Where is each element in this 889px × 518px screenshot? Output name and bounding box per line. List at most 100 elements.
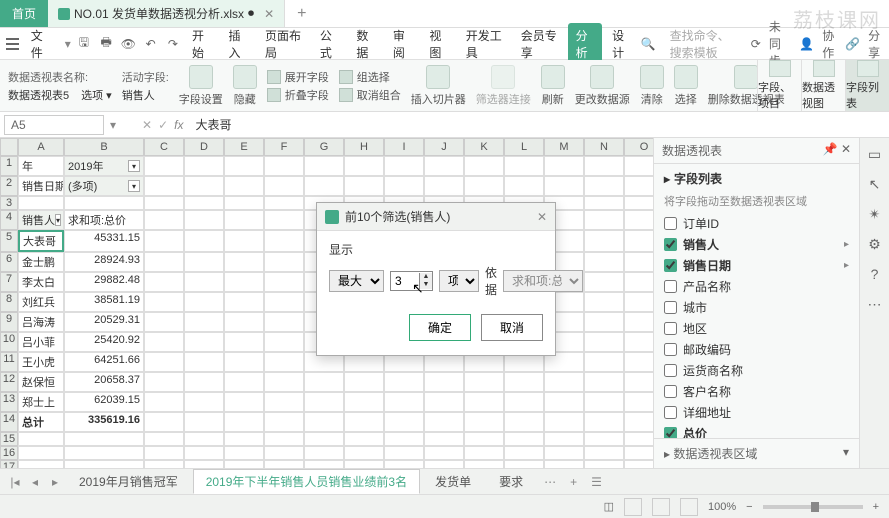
filter-icon[interactable]: ▾ [128,180,140,192]
field-item[interactable]: 城市 [664,297,849,318]
sheet-tab-2[interactable]: 2019年下半年销售人员销售业绩前3名 [193,469,420,494]
field-list[interactable]: 订单ID销售人▸销售日期▸产品名称城市地区邮政编码运货商名称客户名称详细地址总价… [654,213,859,438]
view-break-icon[interactable] [680,498,698,516]
row-header[interactable]: 1 [0,156,18,176]
spin-down-icon[interactable]: ▼ [420,281,432,289]
table-row-value[interactable]: 38581.19 [64,292,144,312]
sheet-next-icon[interactable]: ▸ [46,475,64,489]
col-header[interactable]: B [64,138,144,156]
table-row-name[interactable]: 刘红兵 [18,292,64,312]
row-header[interactable]: 5 [0,230,18,252]
col-header[interactable]: J [424,138,464,156]
view-page-icon[interactable] [652,498,670,516]
select-button[interactable]: 选择 [674,65,698,107]
avatar-icon[interactable]: 👤 [799,37,814,51]
col-header[interactable]: D [184,138,224,156]
save-icon[interactable]: 🖫 [75,34,93,54]
row-header[interactable]: 14 [0,412,18,432]
field-checkbox[interactable] [664,364,677,377]
row-header[interactable]: 12 [0,372,18,392]
row-header[interactable]: 13 [0,392,18,412]
col-header[interactable]: H [344,138,384,156]
clear-button[interactable]: 清除 [640,65,664,107]
sheet-first-icon[interactable]: |◂ [6,475,24,489]
formula-input[interactable]: 大表哥 [190,114,886,135]
col-header[interactable]: L [504,138,544,156]
field-checkbox[interactable] [664,301,677,314]
col-header[interactable]: F [264,138,304,156]
row-header[interactable]: 3 [0,196,18,210]
field-item[interactable]: 销售日期▸ [664,255,849,276]
dialog-close-icon[interactable]: ✕ [537,210,547,224]
filter-conn-button[interactable]: 筛选器连接 [476,65,531,107]
accept-formula-icon[interactable]: ✓ [158,118,168,132]
field-checkbox[interactable] [664,259,677,272]
panel-pin-icon[interactable]: 📌 [823,142,838,156]
vt-help-icon[interactable]: ? [865,264,885,284]
table-row-name[interactable]: 金士鹏 [18,252,64,272]
field-checkbox[interactable] [664,427,677,438]
ungroup-button[interactable]: 取消组合 [339,87,401,103]
row-header[interactable]: 11 [0,352,18,372]
sync-icon[interactable]: ⟳ [751,37,761,51]
col-header[interactable]: G [304,138,344,156]
table-row-name[interactable]: 吕海涛 [18,312,64,332]
table-row-value[interactable]: 29882.48 [64,272,144,292]
options-button[interactable]: 选项 ▾ [81,87,112,103]
field-item[interactable]: 详细地址 [664,402,849,423]
field-item[interactable]: 客户名称 [664,381,849,402]
vt-more-icon[interactable]: ⋯ [865,294,885,314]
table-row-name[interactable]: 赵保恒 [18,372,64,392]
menu-view[interactable]: 视图 [421,23,455,65]
row-header[interactable]: 6 [0,252,18,272]
col-header[interactable]: C [144,138,184,156]
row-header[interactable]: 17 [0,460,18,468]
field-checkbox[interactable] [664,280,677,293]
preview-icon[interactable]: 👁 [119,34,137,54]
vt-settings-icon[interactable]: ⚙ [865,234,885,254]
field-item[interactable]: 地区 [664,318,849,339]
vt-style-icon[interactable]: ✴ [865,204,885,224]
panel-close-icon[interactable]: ✕ [841,142,851,156]
table-row-name[interactable]: 郑士上 [18,392,64,412]
expand-field-button[interactable]: 展开字段 [267,69,329,85]
col-header[interactable]: K [464,138,504,156]
filter-icon[interactable]: ▾ [128,160,140,172]
field-checkbox[interactable] [664,217,677,230]
menu-formula[interactable]: 公式 [312,23,346,65]
field-item[interactable]: 产品名称 [664,276,849,297]
sheet-tab-4[interactable]: 要求 [486,469,536,494]
menu-review[interactable]: 审阅 [385,23,419,65]
close-tab-icon[interactable]: ✕ [264,7,274,21]
sheet-add-button[interactable]: + [564,475,583,489]
change-source-button[interactable]: 更改数据源 [575,65,630,107]
redo-icon[interactable]: ↷ [164,34,182,54]
table-row-value[interactable]: 28924.93 [64,252,144,272]
zoom-in-button[interactable]: + [873,501,879,513]
ok-button[interactable]: 确定 [409,314,471,341]
count-input[interactable] [391,272,419,290]
measure-select[interactable]: 求和项:总价 [503,270,583,292]
menu-file[interactable]: 文件 [23,23,61,65]
pivot-chart-button[interactable]: 数据透视图 [801,60,845,111]
share-icon[interactable]: 🔗 [845,37,860,51]
row-header[interactable]: 4 [0,210,18,230]
table-row-value[interactable]: 64251.66 [64,352,144,372]
table-row-value[interactable]: 62039.15 [64,392,144,412]
menu-data[interactable]: 数据 [348,23,382,65]
field-item[interactable]: 邮政编码 [664,339,849,360]
fields-items-button[interactable]: 字段、项目 [757,60,801,111]
collapse-field-button[interactable]: 折叠字段 [267,87,329,103]
mode-select[interactable]: 最大 [329,270,384,292]
col-header[interactable]: E [224,138,264,156]
field-list-button[interactable]: 字段列表 [845,60,889,111]
unit-select[interactable]: 项 [439,270,479,292]
print-icon[interactable]: 🖶 [97,34,115,54]
field-checkbox[interactable] [664,406,677,419]
filter-icon[interactable]: ▾ [55,214,61,226]
menu-vip[interactable]: 会员专享 [513,23,566,65]
field-settings-button[interactable]: 字段设置 [179,65,223,107]
sheet-more-icon[interactable]: ⋯ [538,475,562,489]
vt-pointer-icon[interactable]: ↖ [865,174,885,194]
corner-cell[interactable] [0,138,18,156]
